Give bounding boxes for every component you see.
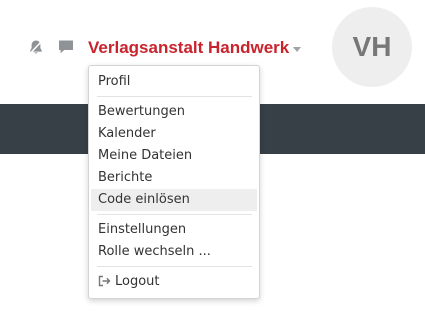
menu-item-label: Code einlösen xyxy=(98,192,190,207)
logout-icon xyxy=(98,275,111,287)
menu-divider xyxy=(97,96,252,97)
user-menu-toggle[interactable]: Verlagsanstalt Handwerk xyxy=(88,36,302,60)
message-icon[interactable] xyxy=(57,38,75,56)
menu-item-bewertungen[interactable]: Bewertungen xyxy=(91,101,257,123)
menu-item-label: Rolle wechseln ... xyxy=(98,244,211,259)
user-dropdown-menu: Profil Bewertungen Kalender Meine Dateie… xyxy=(88,65,260,299)
menu-item-code-einloesen[interactable]: Code einlösen xyxy=(91,189,257,211)
menu-divider xyxy=(97,214,252,215)
avatar[interactable]: VH xyxy=(332,7,412,87)
menu-item-logout[interactable]: Logout xyxy=(91,271,257,293)
bell-icon[interactable] xyxy=(28,39,44,55)
menu-item-profil[interactable]: Profil xyxy=(91,71,257,93)
menu-item-meine-dateien[interactable]: Meine Dateien xyxy=(91,145,257,167)
menu-item-label: Profil xyxy=(98,74,131,89)
menu-item-kalender[interactable]: Kalender xyxy=(91,123,257,145)
menu-item-einstellungen[interactable]: Einstellungen xyxy=(91,219,257,241)
menu-item-rolle-wechseln[interactable]: Rolle wechseln ... xyxy=(91,241,257,263)
menu-item-berichte[interactable]: Berichte xyxy=(91,167,257,189)
menu-divider xyxy=(97,266,252,267)
menu-item-label: Bewertungen xyxy=(98,104,185,119)
menu-item-label: Kalender xyxy=(98,126,156,141)
avatar-initials: VH xyxy=(352,31,392,62)
caret-down-icon[interactable] xyxy=(293,47,302,52)
user-name[interactable]: Verlagsanstalt Handwerk xyxy=(88,38,289,58)
menu-item-label: Meine Dateien xyxy=(98,148,193,163)
menu-item-label: Logout xyxy=(115,274,160,289)
menu-item-label: Einstellungen xyxy=(98,222,187,237)
menu-item-label: Berichte xyxy=(98,170,153,185)
